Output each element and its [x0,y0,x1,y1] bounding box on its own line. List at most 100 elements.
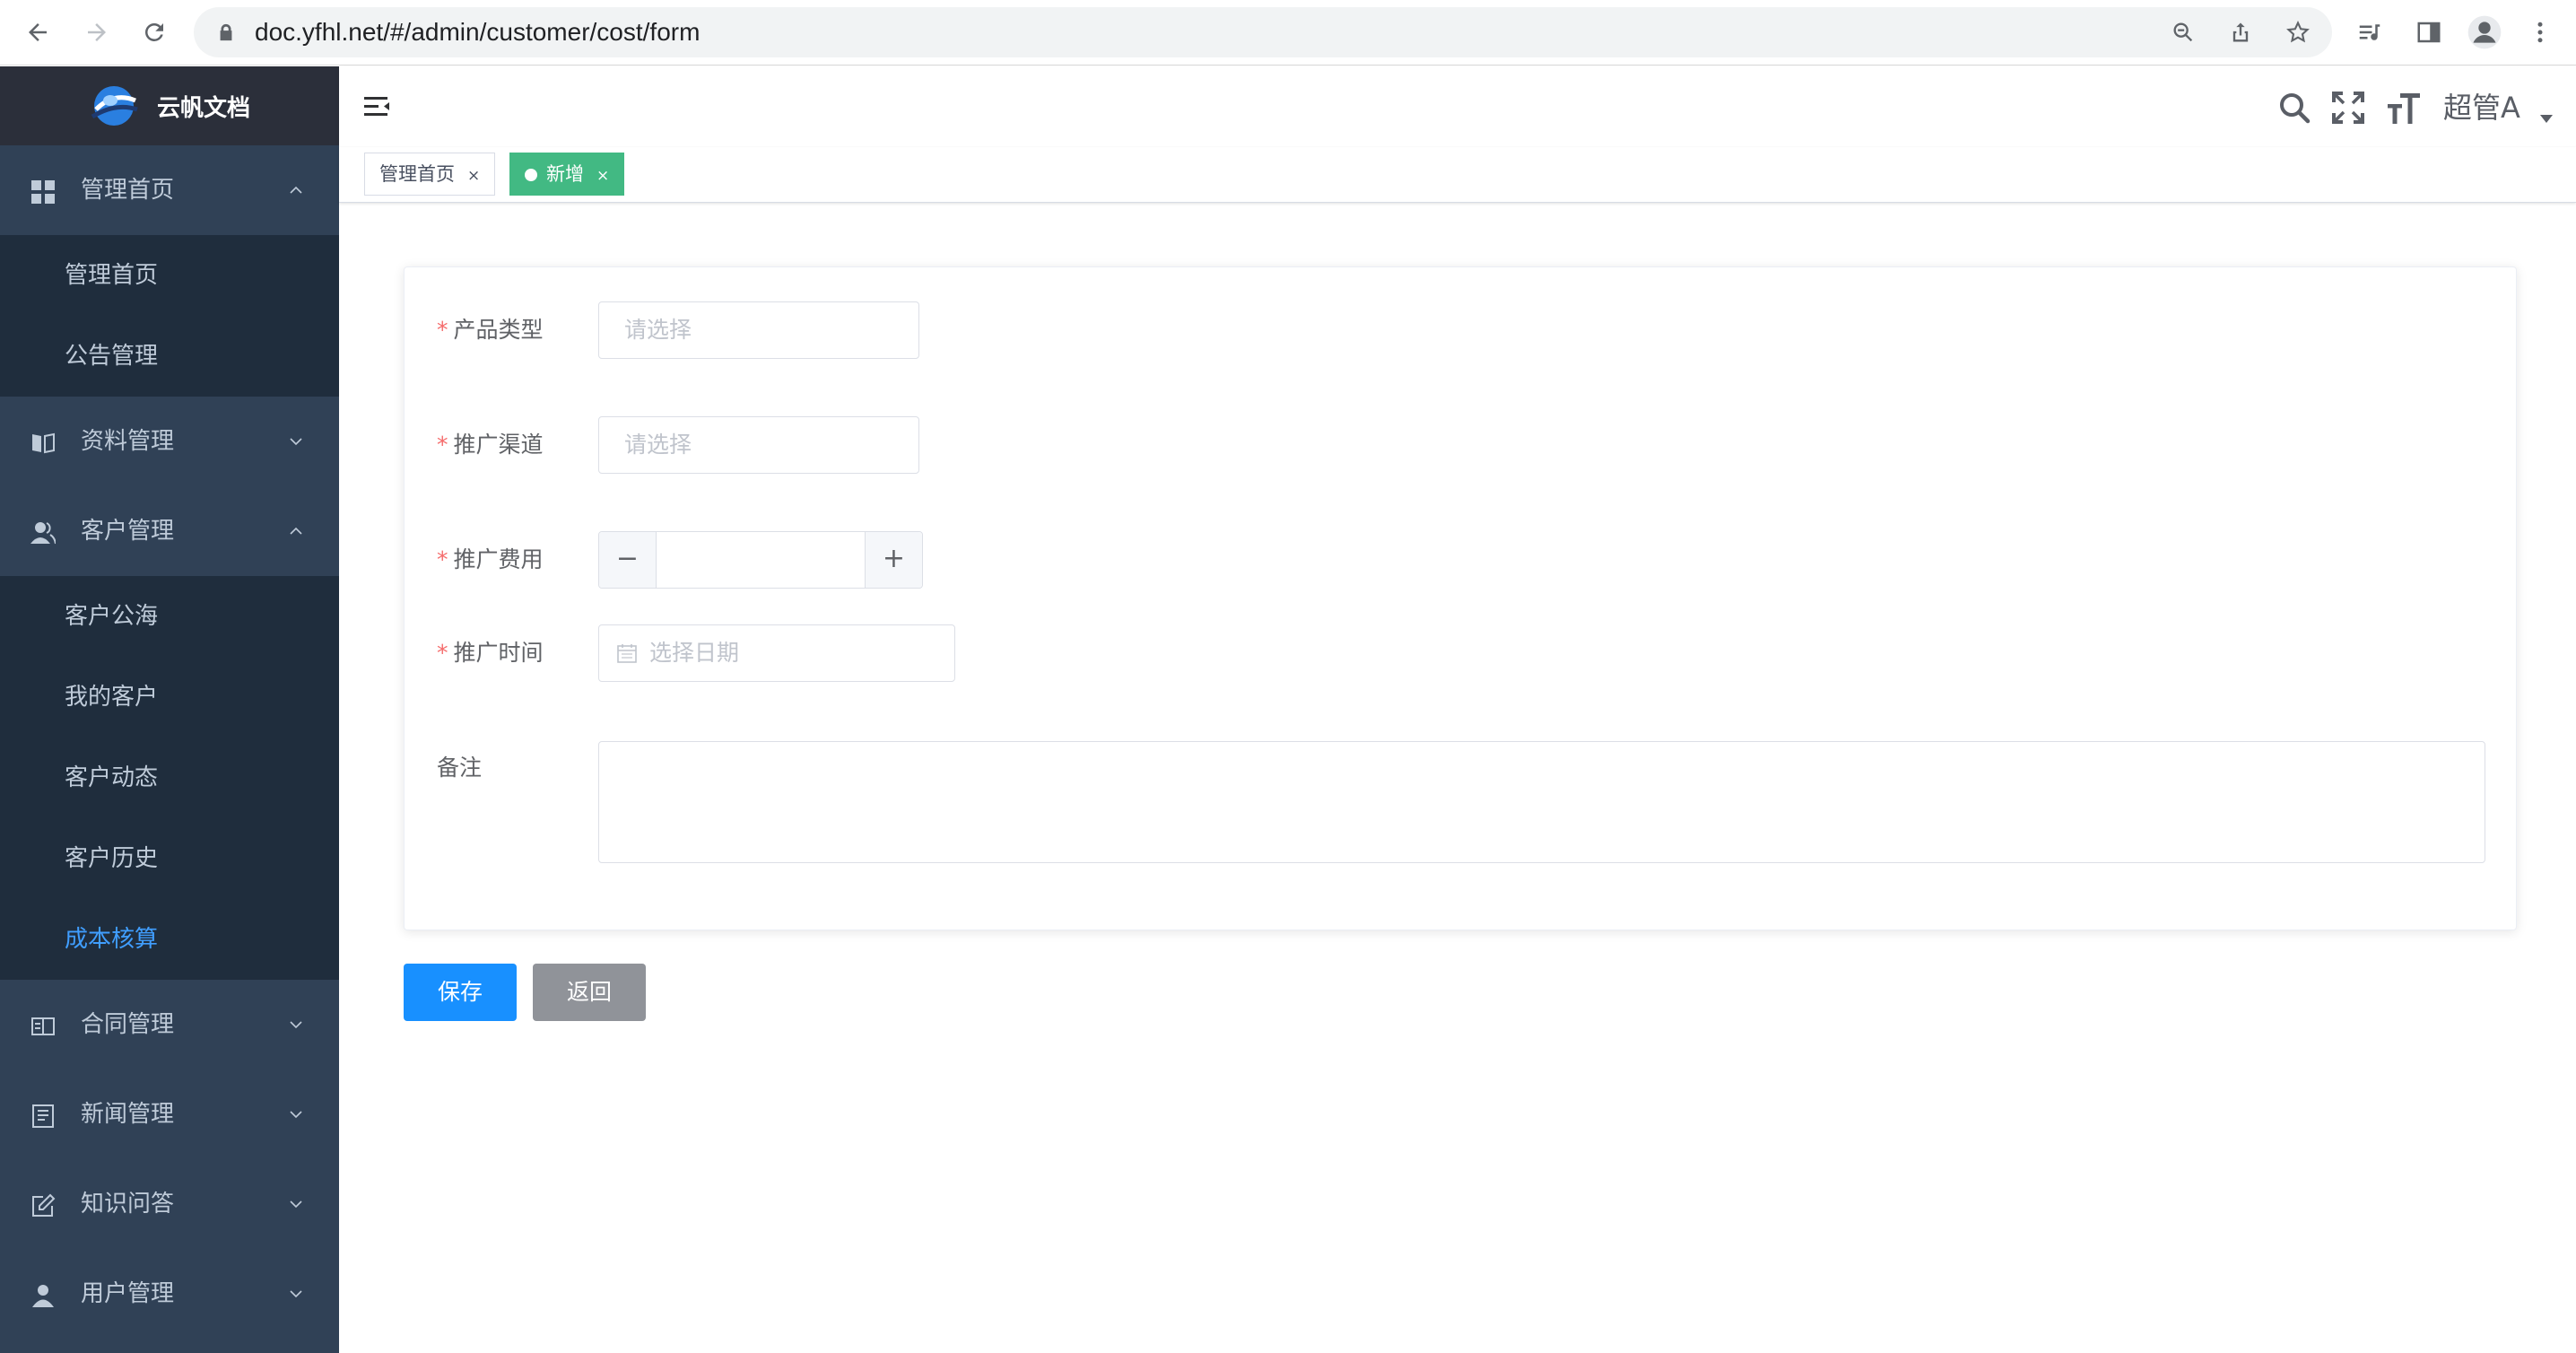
label-text: 推广渠道 [453,432,544,458]
cost-label: * 推广费用 [437,531,544,589]
sidebar-item-customer-activity[interactable]: 客户动态 [0,738,339,818]
label-text: 产品类型 [453,317,544,343]
required-mark: * [437,640,448,666]
search-icon[interactable] [2276,90,2312,126]
chevron-down-icon [290,1200,302,1209]
tag-label: 管理首页 [379,163,455,185]
label-text: 推广费用 [453,546,544,572]
required-mark: * [437,317,448,343]
url-text: doc.yfhl.net/#/admin/customer/cost/form [255,18,701,46]
required-mark: * [437,432,448,458]
chevron-up-icon [290,186,302,194]
menu-label: 新闻管理 [81,1101,175,1128]
user-name[interactable]: 超管A [2443,88,2520,127]
back-icon[interactable] [18,13,57,52]
sidebar-item-customer-pool[interactable]: 客户公海 [0,576,339,657]
user-icon [32,1285,54,1307]
close-icon[interactable]: × [467,155,480,196]
sidebar-item-notice[interactable]: 公告管理 [0,316,339,397]
more-menu-icon[interactable] [2520,13,2560,52]
label-text: 推广时间 [453,640,544,666]
menu-contracts[interactable]: 合同管理 [0,980,339,1069]
browser-toolbar: doc.yfhl.net/#/admin/customer/cost/form [0,0,2576,65]
news-icon [32,1104,54,1128]
sidebar-item-my-customers[interactable]: 我的客户 [0,657,339,738]
sub-label: 管理首页 [65,262,159,289]
product-type-label: * 产品类型 [437,301,544,359]
tags-view: 管理首页 × 新增 × [339,147,2576,203]
sub-label: 成本核算 [65,926,159,953]
logo-icon [91,86,138,126]
contract-icon [31,1017,55,1035]
reading-list-icon[interactable] [2350,13,2389,52]
sidebar-item-customer-history[interactable]: 客户历史 [0,818,339,899]
tag-label: 新增 [546,163,584,185]
menu-label: 管理首页 [81,177,175,204]
product-type-select[interactable]: 请选择 [598,301,919,359]
active-dot-icon [525,169,537,181]
dashboard-icon [31,180,55,204]
date-label: * 推广时间 [437,624,544,682]
menu-label: 客户管理 [81,518,175,545]
sub-label: 客户历史 [65,845,159,872]
chevron-down-icon [290,1021,302,1029]
chevron-down-icon [290,438,302,446]
caret-down-icon[interactable] [2540,115,2553,124]
cost-stepper: − + [598,531,923,589]
logo-bar[interactable]: 云帆文档 [0,66,339,145]
save-button[interactable]: 保存 [404,964,517,1021]
menu-materials[interactable]: 资料管理 [0,397,339,486]
sidebar-item-dashboard-home[interactable]: 管理首页 [0,235,339,316]
decrease-button[interactable]: − [599,532,657,588]
bookmark-star-icon[interactable] [2278,13,2318,52]
forward-icon[interactable] [77,13,117,52]
sub-label: 我的客户 [65,684,159,711]
submenu-dashboard: 管理首页 公告管理 [0,235,339,397]
share-icon[interactable] [2221,13,2260,52]
sidebar: 云帆文档 管理首页 管理首页 公告管理 资料管理 客户管理 客户公海 我的客户 … [0,66,339,1353]
book-icon [32,432,55,454]
top-navbar: 超管A [339,66,2576,147]
date-placeholder: 选择日期 [649,640,740,666]
menu-label: 合同管理 [81,1011,175,1038]
font-size-icon[interactable] [2386,90,2422,126]
date-picker[interactable]: 选择日期 [598,624,955,682]
side-panel-icon[interactable] [2409,13,2449,52]
menu-fold-icon[interactable] [362,92,393,122]
lock-icon [206,13,246,52]
menu-users[interactable]: 用户管理 [0,1249,339,1339]
cost-input[interactable] [657,532,865,588]
remark-label: 备注 [437,755,483,781]
chevron-down-icon [290,1290,302,1298]
users-icon [30,522,56,545]
submenu-customers: 客户公海 我的客户 客户动态 客户历史 成本核算 [0,576,339,980]
tag-new[interactable]: 新增 × [509,153,625,196]
channel-select[interactable]: 请选择 [598,416,919,474]
tag-dashboard[interactable]: 管理首页 × [364,153,496,196]
logo-text: 云帆文档 [156,94,250,122]
required-mark: * [437,546,448,572]
menu-dashboard[interactable]: 管理首页 [0,145,339,235]
remark-textarea[interactable] [598,741,2485,863]
increase-button[interactable]: + [865,532,922,588]
chevron-down-icon [290,1111,302,1119]
channel-label: * 推广渠道 [437,416,544,474]
sidebar-item-cost-accounting[interactable]: 成本核算 [0,899,339,980]
sub-label: 客户公海 [65,603,159,630]
profile-avatar-icon[interactable] [2465,13,2504,52]
menu-label: 资料管理 [81,428,175,455]
zoom-icon[interactable] [2163,13,2203,52]
fullscreen-icon[interactable] [2330,90,2366,126]
chevron-up-icon [290,527,302,535]
menu-label: 用户管理 [81,1280,175,1307]
address-bar[interactable]: doc.yfhl.net/#/admin/customer/cost/form [194,7,2332,57]
menu-knowledge[interactable]: 知识问答 [0,1159,339,1249]
menu-news[interactable]: 新闻管理 [0,1069,339,1159]
close-icon[interactable]: × [596,155,609,196]
reload-icon[interactable] [135,13,174,52]
sub-label: 客户动态 [65,764,159,791]
menu-label: 知识问答 [81,1191,175,1218]
cost-form-card: * 产品类型 请选择 * 推广渠道 请选择 * 推广费用 − + * 推广时间 选择日期… [404,266,2517,930]
back-button[interactable]: 返回 [533,964,646,1021]
menu-customers[interactable]: 客户管理 [0,486,339,576]
